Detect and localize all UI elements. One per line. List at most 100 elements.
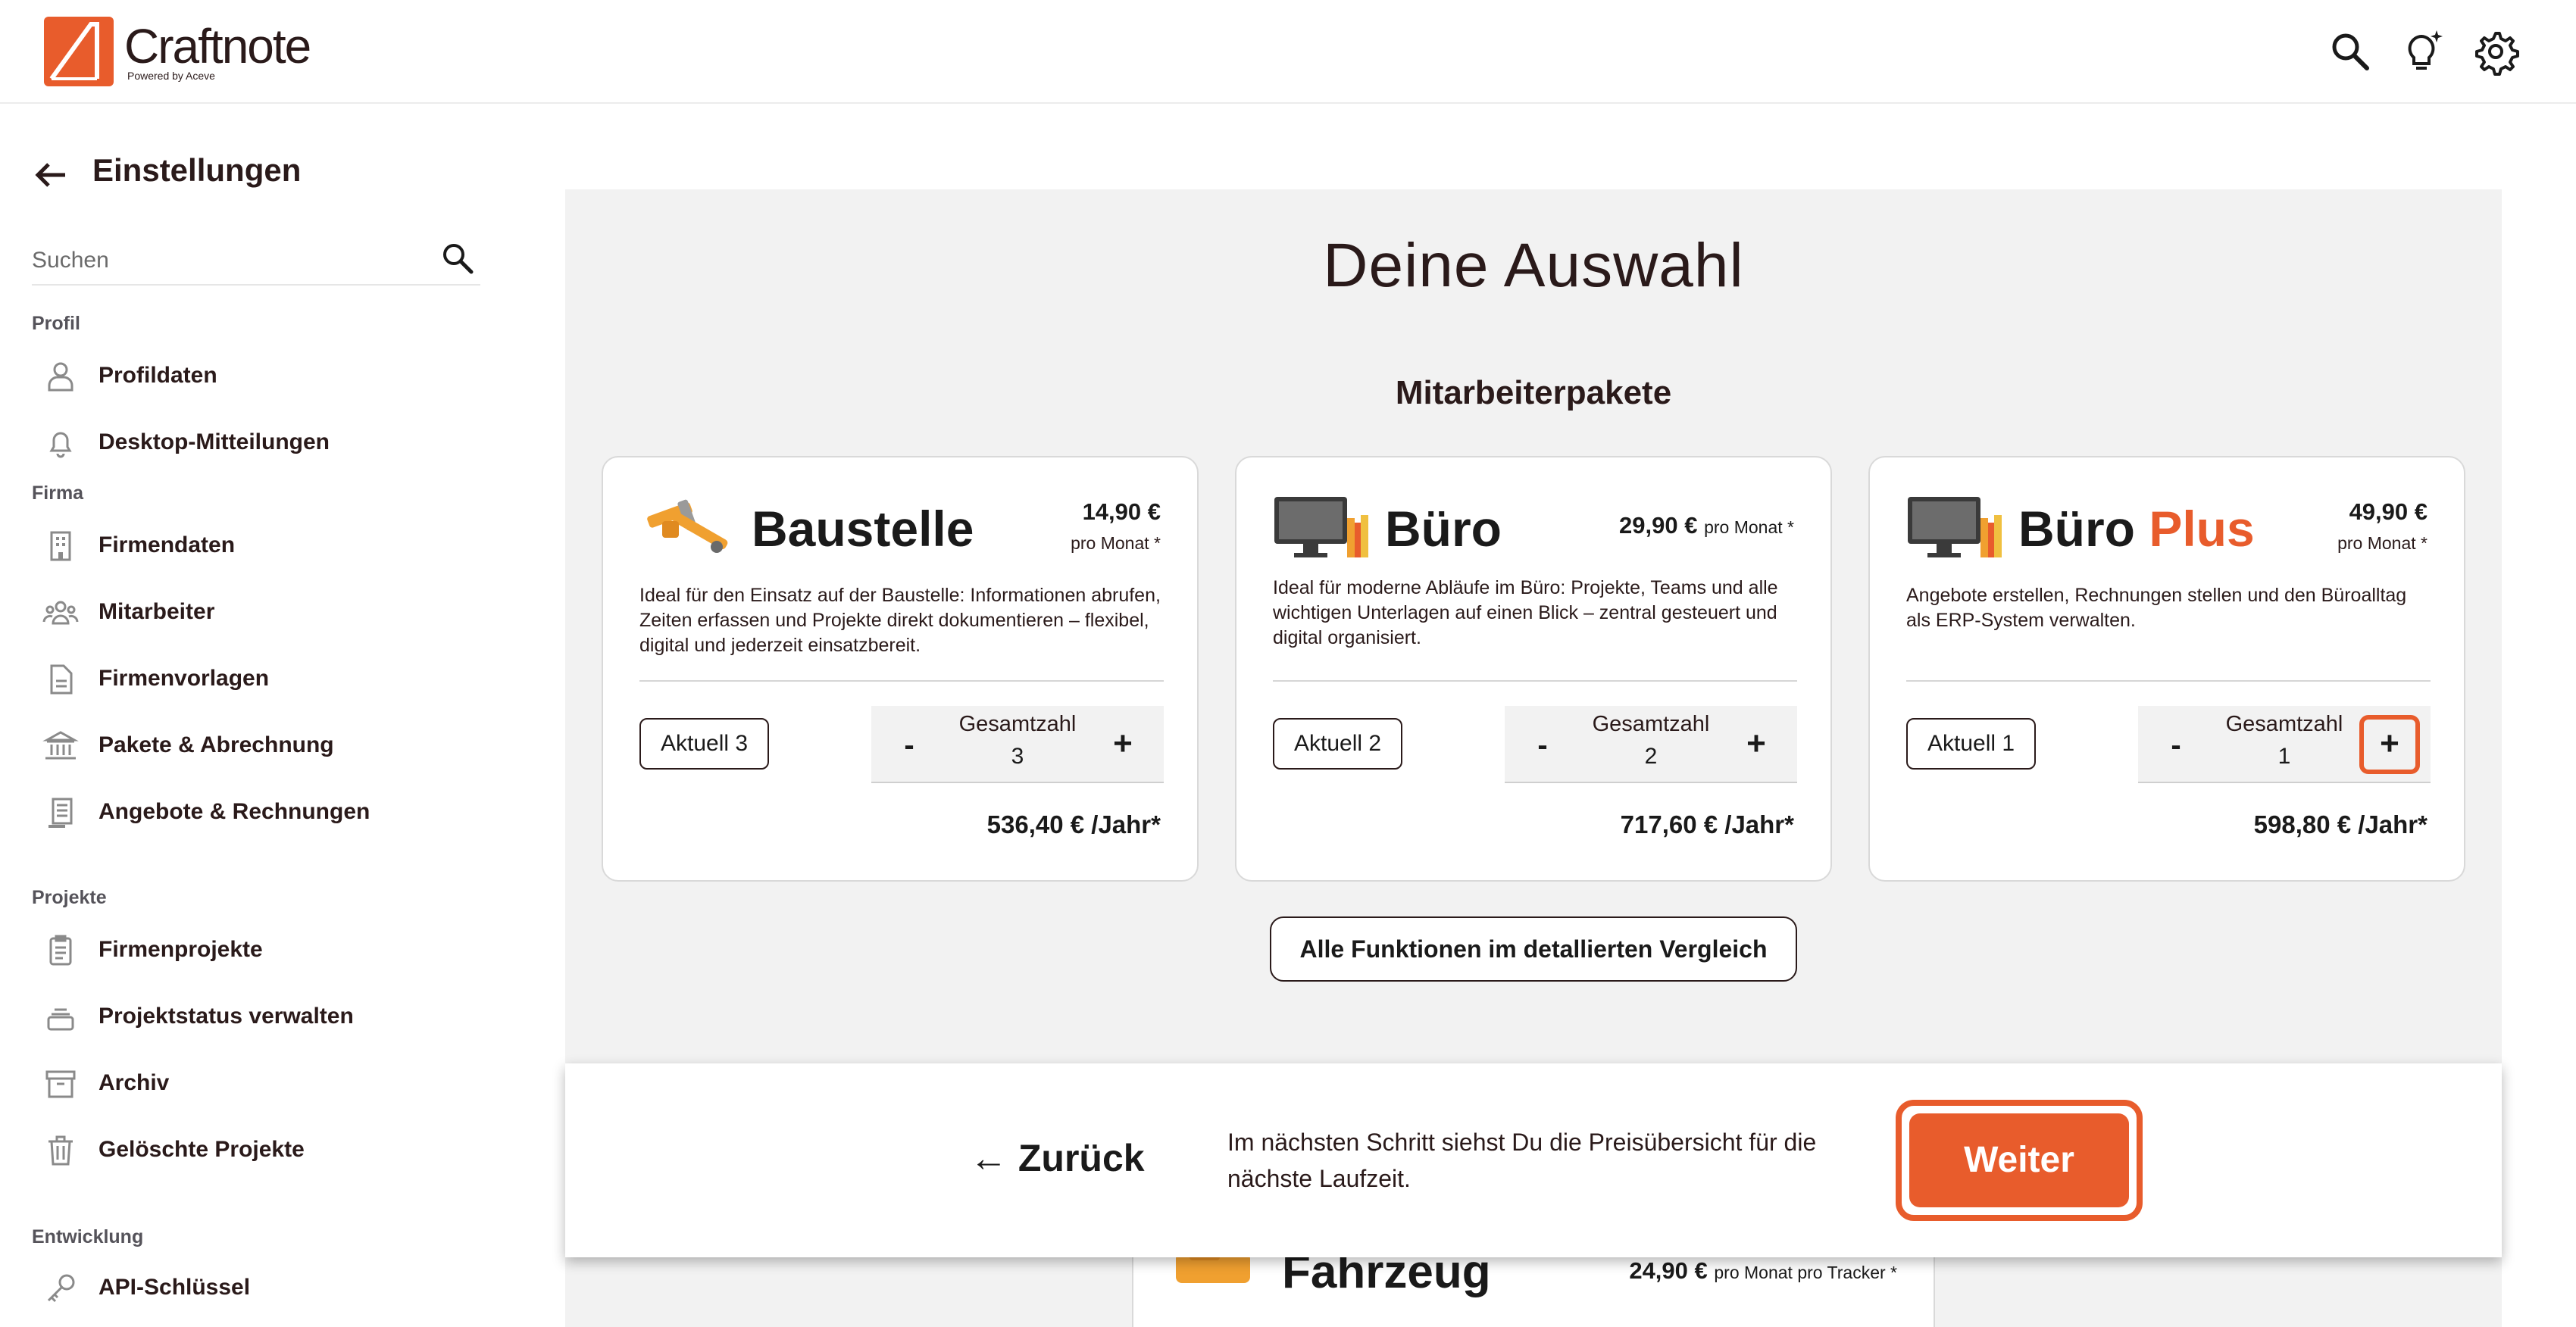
sidebar-item-mitarbeiter[interactable]: Mitarbeiter — [32, 585, 486, 640]
section-label-projekte: Projekte — [32, 887, 107, 908]
search-icon[interactable] — [2326, 27, 2374, 76]
increment-button[interactable]: + — [1726, 715, 1787, 774]
sidebar-item-label: Archiv — [98, 1070, 170, 1095]
sidebar-item-label: Projektstatus verwalten — [98, 1004, 354, 1029]
package-price: 49,90 € — [2349, 498, 2428, 525]
sidebar-item-label: Firmenprojekte — [98, 937, 263, 962]
yearly-total: 536,40 € /Jahr* — [986, 810, 1161, 838]
key-icon — [42, 1270, 79, 1307]
sidebar-item-angebote-rechnungen[interactable]: Angebote & Rechnungen — [32, 785, 486, 840]
divider — [1273, 680, 1797, 682]
logo-graphic — [49, 22, 99, 80]
current-count-badge: Aktuell 2 — [1273, 718, 1403, 770]
lightbulb-icon[interactable] — [2399, 27, 2447, 76]
invoice-icon — [42, 795, 79, 831]
yearly-total: 717,60 € /Jahr* — [1620, 810, 1794, 838]
package-price-unit: pro Monat * — [1071, 533, 1161, 553]
clipboard-icon — [42, 932, 79, 969]
compare-features-button[interactable]: Alle Funktionen im detallierten Vergleic… — [1270, 916, 1797, 982]
sidebar-item-label: Mitarbeiter — [98, 599, 215, 624]
person-icon — [42, 358, 79, 395]
sidebar-item-label: Pakete & Abrechnung — [98, 732, 334, 757]
monitor-books-icon — [1273, 492, 1370, 560]
tools-icon — [639, 492, 736, 560]
package-card-buero-plus: Büro Plus 49,90 € pro Monat * Angebote e… — [1868, 456, 2465, 882]
sidebar-item-firmenvorlagen[interactable]: Firmenvorlagen — [32, 652, 486, 707]
package-price-unit: pro Monat pro Tracker * — [1714, 1263, 1897, 1282]
page-title: Deine Auswahl — [1323, 231, 1744, 300]
package-card-buero: Büro 29,90 € pro Monat * Ideal für moder… — [1235, 456, 1832, 882]
sidebar-item-label: Angebote & Rechnungen — [98, 799, 370, 824]
sidebar-item-label: Profildaten — [98, 363, 217, 388]
package-price: 24,90 € pro Monat pro Tracker * — [1629, 1257, 1897, 1285]
package-name: Büro Plus — [2018, 500, 2255, 557]
document-icon — [42, 661, 79, 698]
package-name-text: Büro — [2018, 501, 2135, 557]
package-price: 14,90 € — [1082, 498, 1161, 525]
next-step-hint: Im nächsten Schritt siehst Du die Preisü… — [1227, 1129, 1817, 1192]
package-name-text: Baustelle — [752, 501, 974, 557]
gear-icon[interactable] — [2471, 27, 2520, 76]
quantity-stepper: - Gesamtzahl 3 + — [871, 706, 1164, 783]
quantity-stepper: - Gesamtzahl 1 + — [2138, 706, 2431, 783]
back-arrow-icon[interactable] — [30, 154, 73, 196]
logo-name: Craftnote — [124, 19, 311, 73]
search-icon[interactable] — [438, 239, 477, 278]
stack-icon — [42, 999, 79, 1035]
current-count-badge: Aktuell 1 — [1906, 718, 2037, 770]
sidebar-item-desktop-mitteilungen[interactable]: Desktop-Mitteilungen — [32, 416, 486, 470]
sidebar-item-label: Firmenvorlagen — [98, 666, 270, 691]
package-name-accent: Plus — [2149, 501, 2255, 557]
section-label-entwicklung: Entwicklung — [32, 1226, 144, 1247]
package-card-baustelle: Baustelle 14,90 € pro Monat * Ideal für … — [602, 456, 1199, 882]
package-price-unit: pro Monat * — [1704, 517, 1794, 537]
quantity-stepper: - Gesamtzahl 2 + — [1505, 706, 1797, 783]
section-label-profil: Profil — [32, 313, 80, 334]
sidebar-item-profildaten[interactable]: Profildaten — [32, 349, 486, 404]
package-description: Ideal für den Einsatz auf der Baustelle:… — [639, 585, 1161, 656]
sidebar-item-api-schluessel[interactable]: API-Schlüssel — [32, 1261, 486, 1316]
increment-button[interactable]: + — [2359, 715, 2420, 774]
sidebar-search — [32, 234, 480, 286]
increment-button[interactable]: + — [1093, 715, 1153, 774]
team-icon — [42, 595, 79, 631]
sidebar-item-firmendaten[interactable]: Firmendaten — [32, 519, 486, 573]
sidebar-item-archiv[interactable]: Archiv — [32, 1057, 486, 1111]
next-button[interactable]: Weiter — [1909, 1113, 2129, 1207]
sidebar-item-label: Gelöschte Projekte — [98, 1137, 305, 1162]
sidebar-item-geloeschte-projekte[interactable]: Gelöschte Projekte — [32, 1123, 486, 1178]
package-price: 29,90 € pro Monat * — [1619, 512, 1794, 539]
sidebar-item-projektstatus[interactable]: Projektstatus verwalten — [32, 990, 486, 1044]
settings-sidebar: Einstellungen Profil Profildaten Desktop… — [0, 105, 515, 1327]
section-label-firma: Firma — [32, 482, 84, 504]
package-name-text: Büro — [1385, 501, 1502, 557]
yearly-total: 598,80 € /Jahr* — [2253, 810, 2428, 838]
building-icon — [42, 528, 79, 564]
search-input[interactable] — [32, 242, 411, 279]
sidebar-item-firmenprojekte[interactable]: Firmenprojekte — [32, 923, 486, 978]
monitor-books-icon — [1906, 492, 2003, 560]
package-price-value: 24,90 € — [1629, 1257, 1708, 1284]
bell-icon — [42, 425, 79, 461]
divider — [1906, 680, 2431, 682]
archive-icon — [42, 1066, 79, 1102]
logo-subtitle: Powered by Aceve — [127, 70, 215, 82]
package-description: Ideal für moderne Abläufe im Büro: Proje… — [1273, 577, 1778, 648]
sidebar-item-pakete-abrechnung[interactable]: Pakete & Abrechnung — [32, 719, 486, 773]
sidebar-item-label: Firmendaten — [98, 532, 236, 557]
sidebar-item-label: API-Schlüssel — [98, 1275, 251, 1300]
wizard-action-bar: ← Zurück Im nächsten Schritt siehst Du d… — [565, 1063, 2502, 1257]
back-button[interactable]: ← Zurück — [970, 1136, 1145, 1180]
section-heading: Mitarbeiterpakete — [1395, 374, 1672, 411]
current-count-badge: Aktuell 3 — [639, 718, 770, 770]
logo-mark[interactable] — [44, 17, 114, 86]
package-price-value: 29,90 € — [1619, 512, 1698, 539]
package-name: Baustelle — [752, 500, 974, 557]
package-name: Büro — [1385, 500, 1502, 557]
divider — [639, 680, 1164, 682]
sidebar-item-label: Desktop-Mitteilungen — [98, 429, 330, 454]
package-price-unit: pro Monat * — [2337, 533, 2428, 553]
top-bar: Craftnote Powered by Aceve — [0, 0, 2576, 104]
package-description: Angebote erstellen, Rechnungen stellen u… — [1906, 585, 2407, 631]
bank-icon — [42, 728, 79, 764]
